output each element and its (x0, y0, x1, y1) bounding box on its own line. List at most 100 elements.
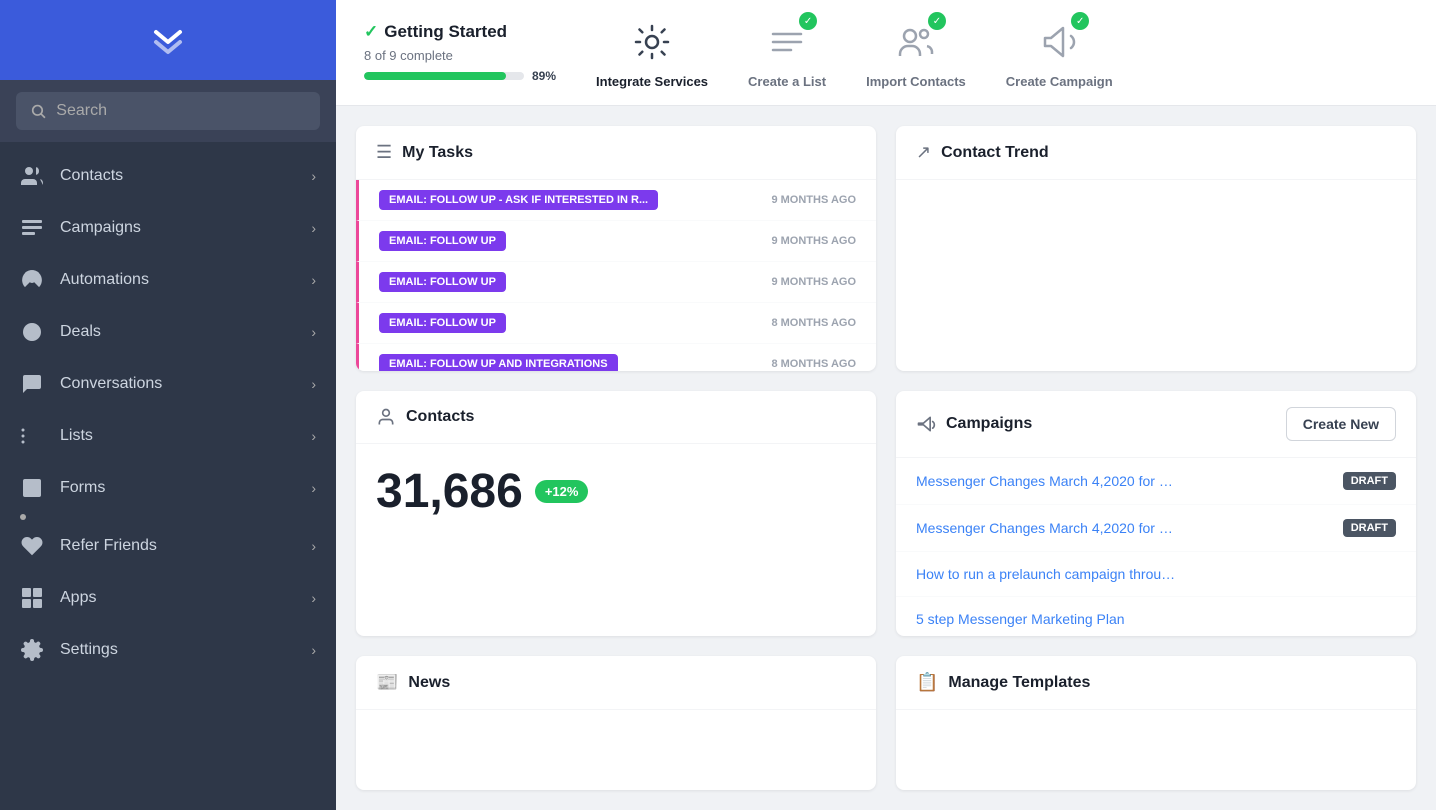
forms-icon (20, 476, 44, 500)
sidebar-item-forms[interactable]: Forms › (0, 462, 336, 514)
sidebar-item-refer-friends-label: Refer Friends (60, 537, 157, 555)
contacts-summary-icon (376, 407, 396, 427)
contacts-summary-title: Contacts (406, 408, 474, 426)
contacts-summary-card: Contacts 31,686 +12% (356, 391, 876, 636)
import-contacts-check-icon: ✓ (928, 12, 946, 30)
search-input[interactable] (56, 102, 306, 120)
news-body (356, 710, 876, 790)
dashboard-grid: ☰ My Tasks EMAIL: FOLLOW UP - ASK IF INT… (336, 106, 1436, 810)
gs-subtitle: 8 of 9 complete (364, 48, 556, 63)
sidebar-item-automations[interactable]: Automations › (0, 254, 336, 306)
sidebar-item-lists[interactable]: Lists › (0, 410, 336, 462)
trend-icon: ↗ (916, 142, 931, 163)
automations-chevron-icon: › (311, 272, 316, 288)
campaign-item[interactable]: Messenger Changes March 4,2020 for Blog.… (896, 458, 1416, 505)
gs-step-create-a-list[interactable]: ✓ Create a List (748, 16, 826, 89)
contacts-summary-header: Contacts (356, 391, 876, 444)
news-header: 📰 News (356, 656, 876, 710)
manage-templates-header: 📋 Manage Templates (896, 656, 1416, 710)
task-time: 9 MONTHS AGO (771, 276, 856, 288)
settings-icon (20, 638, 44, 662)
task-item[interactable]: EMAIL: FOLLOW UP - ASK IF INTERESTED IN … (356, 180, 876, 221)
sidebar-item-deals[interactable]: $ Deals › (0, 306, 336, 358)
sidebar-item-campaigns-label: Campaigns (60, 219, 141, 237)
manage-templates-title: Manage Templates (948, 674, 1090, 692)
apps-chevron-icon: › (311, 590, 316, 606)
news-icon: 📰 (376, 672, 398, 693)
contact-trend-body (896, 180, 1416, 371)
campaign-name: 5 step Messenger Marketing Plan (916, 611, 1125, 627)
sidebar-item-lists-label: Lists (60, 427, 93, 445)
sidebar-nav: Contacts › Campaigns › Automations › $ D… (0, 142, 336, 810)
campaigns-chevron-icon: › (311, 220, 316, 236)
gs-progress-bar (364, 72, 524, 80)
contacts-count-number: 31,686 (376, 464, 523, 519)
campaign-item[interactable]: 5 step Messenger Marketing Plan (896, 597, 1416, 636)
gs-step-integrate-services[interactable]: Integrate Services (596, 16, 708, 89)
gs-title: ✓ Getting Started (364, 22, 556, 42)
task-time: 8 MONTHS AGO (771, 358, 856, 370)
news-title: News (408, 674, 450, 692)
apps-icon (20, 586, 44, 610)
campaigns-megaphone-icon (916, 414, 936, 434)
gs-step-create-campaign[interactable]: ✓ Create Campaign (1006, 16, 1113, 89)
my-tasks-header: ☰ My Tasks (356, 126, 876, 180)
task-badge: EMAIL: FOLLOW UP (379, 272, 506, 292)
sidebar-item-conversations[interactable]: Conversations › (0, 358, 336, 410)
create-campaign-check-icon: ✓ (1071, 12, 1089, 30)
gs-step-import-contacts[interactable]: ✓ Import Contacts (866, 16, 966, 89)
task-badge: EMAIL: FOLLOW UP AND INTEGRATIONS (379, 354, 618, 371)
campaigns-card: Campaigns Create New Messenger Changes M… (896, 391, 1416, 636)
sidebar-item-contacts-label: Contacts (60, 167, 123, 185)
sidebar-item-campaigns[interactable]: Campaigns › (0, 202, 336, 254)
task-badge: EMAIL: FOLLOW UP (379, 231, 506, 251)
search-icon (30, 102, 46, 120)
contacts-chevron-icon: › (311, 168, 316, 184)
sidebar: Contacts › Campaigns › Automations › $ D… (0, 0, 336, 810)
campaign-item[interactable]: Messenger Changes March 4,2020 for VL c.… (896, 505, 1416, 552)
sidebar-item-contacts[interactable]: Contacts › (0, 150, 336, 202)
lists-icon (20, 424, 44, 448)
campaigns-scroll-container[interactable]: Messenger Changes March 4,2020 for Blog.… (896, 458, 1416, 636)
sidebar-item-refer-friends[interactable]: Refer Friends › (0, 520, 336, 572)
task-badge: EMAIL: FOLLOW UP - ASK IF INTERESTED IN … (379, 190, 658, 210)
forms-chevron-icon: › (311, 480, 316, 496)
sidebar-item-settings[interactable]: Settings › (0, 624, 336, 676)
sidebar-item-apps[interactable]: Apps › (0, 572, 336, 624)
campaign-item[interactable]: How to run a prelaunch campaign through … (896, 552, 1416, 597)
gs-progress-section: ✓ Getting Started 8 of 9 complete 89% (364, 22, 556, 83)
task-time: 9 MONTHS AGO (771, 194, 856, 206)
manage-templates-body (896, 710, 1416, 790)
sidebar-item-deals-label: Deals (60, 323, 101, 341)
contact-trend-header: ↗ Contact Trend (896, 126, 1416, 180)
task-time: 8 MONTHS AGO (771, 317, 856, 329)
campaigns-card-header: Campaigns Create New (896, 391, 1416, 458)
gs-step-create-a-list-icon: ✓ (761, 16, 813, 68)
gs-progress-label: 89% (532, 69, 556, 83)
tasks-scroll-container[interactable]: EMAIL: FOLLOW UP - ASK IF INTERESTED IN … (356, 180, 876, 371)
settings-chevron-icon: › (311, 642, 316, 658)
my-tasks-card: ☰ My Tasks EMAIL: FOLLOW UP - ASK IF INT… (356, 126, 876, 371)
search-container (0, 80, 336, 142)
sidebar-item-forms-label: Forms (60, 479, 105, 497)
task-time: 9 MONTHS AGO (771, 235, 856, 247)
users-icon (896, 22, 936, 62)
sidebar-item-settings-label: Settings (60, 641, 118, 659)
sidebar-item-automations-label: Automations (60, 271, 149, 289)
task-item[interactable]: EMAIL: FOLLOW UP 8 MONTHS AGO (356, 303, 876, 344)
gs-checkmark: ✓ (364, 22, 378, 42)
svg-text:$: $ (26, 327, 32, 339)
task-item[interactable]: EMAIL: FOLLOW UP 9 MONTHS AGO (356, 262, 876, 303)
gear-icon (632, 22, 672, 62)
deals-chevron-icon: › (311, 324, 316, 340)
list-icon (767, 22, 807, 62)
task-item[interactable]: EMAIL: FOLLOW UP AND INTEGRATIONS 8 MONT… (356, 344, 876, 371)
campaign-name: Messenger Changes March 4,2020 for VL c.… (916, 520, 1176, 536)
campaign-status-badge: DRAFT (1343, 519, 1396, 537)
gs-step-integrate-services-label: Integrate Services (596, 74, 708, 89)
task-item[interactable]: EMAIL: FOLLOW UP 9 MONTHS AGO (356, 221, 876, 262)
gs-step-import-contacts-label: Import Contacts (866, 74, 966, 89)
create-new-button[interactable]: Create New (1286, 407, 1396, 441)
conversations-icon (20, 372, 44, 396)
manage-templates-icon: 📋 (916, 672, 938, 693)
